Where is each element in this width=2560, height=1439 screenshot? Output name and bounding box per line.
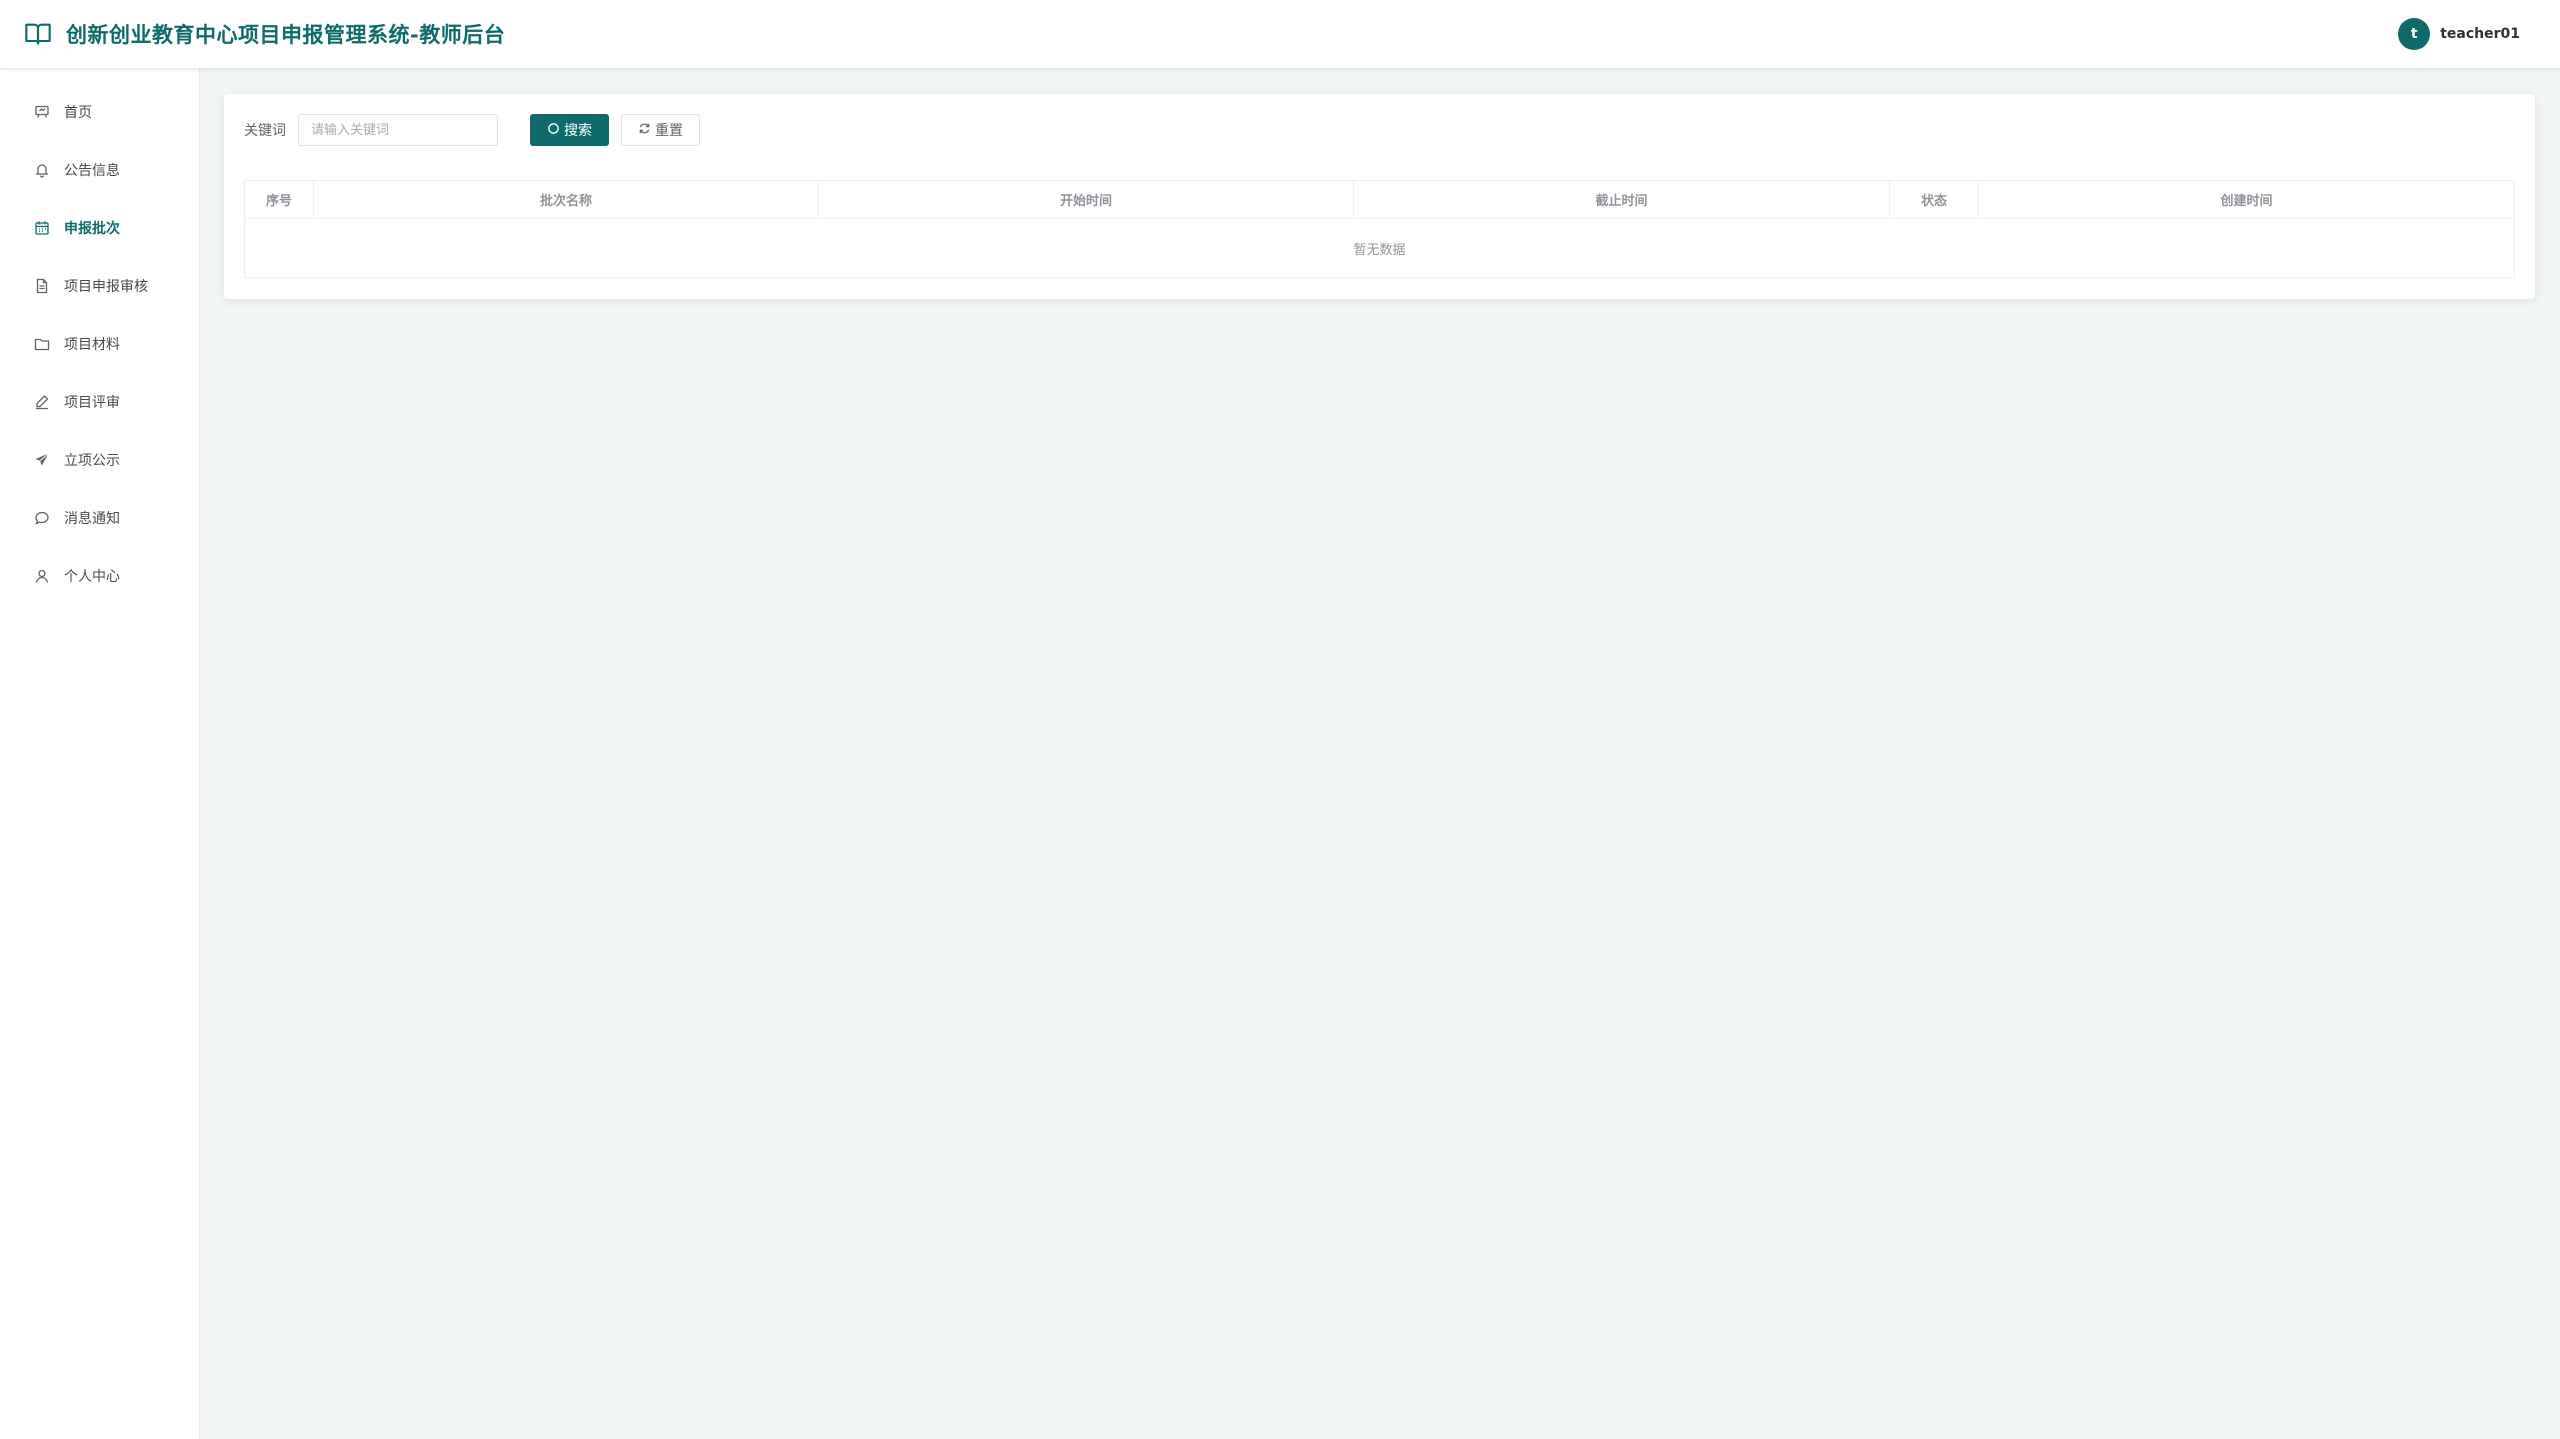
sidebar-item-messages[interactable]: 消息通知 bbox=[0, 489, 199, 547]
calendar-icon bbox=[34, 220, 50, 236]
search-icon bbox=[547, 122, 560, 139]
column-header-batch-name[interactable]: 批次名称 bbox=[313, 180, 819, 219]
sidebar-item-materials[interactable]: 项目材料 bbox=[0, 315, 199, 373]
reset-button-label: 重置 bbox=[655, 123, 683, 139]
column-header-created-time[interactable]: 创建时间 bbox=[1978, 180, 2515, 219]
sidebar-item-label: 公告信息 bbox=[64, 163, 120, 179]
sidebar-item-label: 消息通知 bbox=[64, 511, 120, 527]
batch-list-card: 关键词 搜索 重置 序号 批次名称 开始时间 截 bbox=[224, 94, 2535, 299]
folder-icon bbox=[34, 336, 50, 352]
sidebar: 首页 公告信息 申报批次 项目申报审核 项目材料 项目评审 立项公示 消息通知 … bbox=[0, 69, 200, 1439]
batch-table: 序号 批次名称 开始时间 截止时间 状态 创建时间 暂无数据 bbox=[244, 180, 2515, 278]
column-header-deadline[interactable]: 截止时间 bbox=[1353, 180, 1890, 219]
sidebar-item-announcements[interactable]: 公告信息 bbox=[0, 141, 199, 199]
user-icon bbox=[34, 568, 50, 584]
keyword-input[interactable] bbox=[298, 114, 498, 146]
sidebar-item-publicity[interactable]: 立项公示 bbox=[0, 431, 199, 489]
edit-pen-icon bbox=[34, 394, 50, 410]
sidebar-item-home[interactable]: 首页 bbox=[0, 83, 199, 141]
sidebar-item-label: 个人中心 bbox=[64, 569, 120, 585]
refresh-icon bbox=[638, 122, 651, 139]
column-header-start-time[interactable]: 开始时间 bbox=[818, 180, 1354, 219]
sidebar-item-label: 立项公示 bbox=[64, 453, 120, 469]
sidebar-item-batches[interactable]: 申报批次 bbox=[0, 199, 199, 257]
main-content: 关键词 搜索 重置 序号 批次名称 开始时间 截 bbox=[224, 94, 2535, 299]
chat-bubble-icon bbox=[34, 510, 50, 526]
search-bar: 关键词 搜索 重置 bbox=[244, 114, 2515, 146]
brand: 创新创业教育中心项目申报管理系统-教师后台 bbox=[24, 19, 505, 49]
keyword-label: 关键词 bbox=[244, 123, 286, 139]
sidebar-item-evaluation[interactable]: 项目评审 bbox=[0, 373, 199, 431]
sidebar-item-label: 项目评审 bbox=[64, 395, 120, 411]
sidebar-item-label: 项目材料 bbox=[64, 337, 120, 353]
search-button[interactable]: 搜索 bbox=[530, 114, 609, 146]
empty-row: 暂无数据 bbox=[245, 219, 2515, 278]
document-icon bbox=[34, 278, 50, 294]
paper-plane-icon bbox=[34, 452, 50, 468]
top-header: 创新创业教育中心项目申报管理系统-教师后台 t teacher01 bbox=[0, 0, 2560, 69]
column-header-status[interactable]: 状态 bbox=[1889, 180, 1979, 219]
reset-button[interactable]: 重置 bbox=[621, 114, 700, 146]
column-header-index[interactable]: 序号 bbox=[244, 180, 314, 219]
table-header-row: 序号 批次名称 开始时间 截止时间 状态 创建时间 bbox=[244, 180, 2515, 219]
bell-icon bbox=[34, 162, 50, 178]
sidebar-item-label: 项目申报审核 bbox=[64, 279, 148, 295]
search-button-label: 搜索 bbox=[564, 123, 592, 139]
sidebar-item-profile[interactable]: 个人中心 bbox=[0, 547, 199, 605]
presentation-icon bbox=[34, 104, 50, 120]
username[interactable]: teacher01 bbox=[2440, 26, 2520, 42]
sidebar-item-label: 申报批次 bbox=[64, 221, 120, 237]
avatar[interactable]: t bbox=[2398, 18, 2431, 50]
empty-text: 暂无数据 bbox=[1353, 242, 1406, 258]
sidebar-item-label: 首页 bbox=[64, 105, 92, 121]
book-open-icon bbox=[24, 20, 52, 48]
user-menu[interactable]: t teacher01 bbox=[2398, 18, 2520, 50]
sidebar-item-application-review[interactable]: 项目申报审核 bbox=[0, 257, 199, 315]
app-title: 创新创业教育中心项目申报管理系统-教师后台 bbox=[66, 23, 506, 47]
